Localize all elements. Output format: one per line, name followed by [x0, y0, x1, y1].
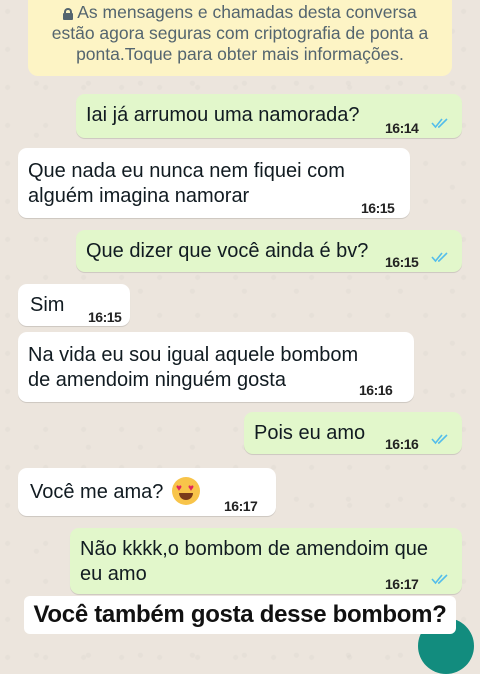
read-receipt-icon — [431, 252, 448, 263]
notice-line-2: estão agora seguras com criptografia de … — [51, 23, 429, 43]
message-text: eu amo — [80, 563, 147, 585]
message-time: 16:15 — [361, 200, 395, 216]
message-time: 16:14 — [385, 120, 419, 136]
message-text: Iai já arrumou uma namorada? — [86, 104, 360, 126]
message-time: 16:15 — [385, 254, 419, 270]
encryption-notice[interactable]: As mensagens e chamadas desta conversa e… — [28, 0, 452, 76]
lock-icon — [63, 8, 74, 20]
message-bubble-incoming[interactable]: Na vida eu sou igual aquele bombom de am… — [18, 332, 414, 402]
message-text: Você me ama? — [30, 481, 164, 503]
message-text: Pois eu amo — [254, 422, 366, 444]
message-time: 16:17 — [224, 498, 258, 514]
message-text: Não kkkk,o bombom de amendoim que — [80, 538, 428, 560]
read-receipt-icon — [431, 434, 448, 445]
message-text: alguém imagina namorar — [28, 185, 250, 207]
message-time: 16:17 — [385, 576, 419, 592]
notice-line-3: ponta.Toque para obter mais informações. — [76, 44, 404, 64]
message-text: Que dizer que você ainda é bv? — [86, 240, 369, 262]
message-bubble-incoming[interactable]: Você me ama? ♥ ♥ 16:17 — [18, 468, 276, 516]
message-time: 16:16 — [385, 436, 419, 452]
read-receipt-icon — [431, 574, 448, 585]
message-bubble-outgoing[interactable]: Iai já arrumou uma namorada? 16:14 — [76, 94, 462, 138]
message-bubble-incoming[interactable]: Sim 16:15 — [18, 284, 130, 326]
message-text: Na vida eu sou igual aquele bombom — [28, 344, 359, 366]
read-receipt-icon — [431, 118, 448, 129]
video-caption: Você também gosta desse bombom? — [24, 596, 456, 634]
heart-eyes-emoji-icon: ♥ ♥ — [172, 477, 200, 505]
message-text: Sim — [30, 294, 65, 316]
message-bubble-outgoing[interactable]: Pois eu amo 16:16 — [244, 412, 462, 454]
message-time: 16:15 — [88, 309, 122, 325]
notice-line-1: As mensagens e chamadas desta conversa — [77, 2, 417, 22]
message-bubble-incoming[interactable]: Que nada eu nunca nem fiquei com alguém … — [18, 148, 410, 218]
message-bubble-outgoing[interactable]: Que dizer que você ainda é bv? 16:15 — [76, 230, 462, 272]
message-text: Que nada eu nunca nem fiquei com — [28, 160, 345, 182]
message-bubble-outgoing[interactable]: Não kkkk,o bombom de amendoim que eu amo… — [70, 528, 462, 594]
message-text: de amendoim ninguém gosta — [28, 369, 286, 391]
message-time: 16:16 — [359, 382, 393, 398]
